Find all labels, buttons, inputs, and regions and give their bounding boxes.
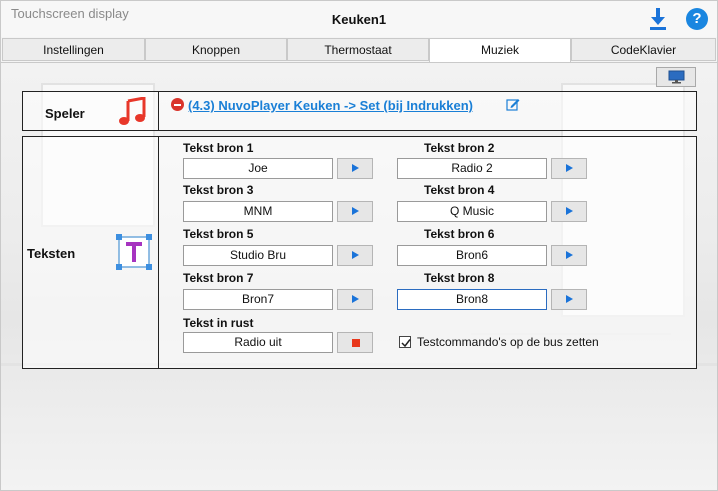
test-commands-label[interactable]: Testcommando's op de bus zetten <box>417 335 599 349</box>
source-8-input[interactable]: Bron8 <box>397 289 547 310</box>
tab-thermostaat[interactable]: Thermostaat <box>287 38 429 61</box>
source-1-input[interactable]: Joe <box>183 158 333 179</box>
text-tool-icon <box>116 234 152 270</box>
source-5-play-button[interactable] <box>337 245 373 266</box>
monitor-icon <box>668 70 685 84</box>
title-bar: Touchscreen display Keuken1 ? <box>1 1 717 37</box>
source-2-input[interactable]: Radio 2 <box>397 158 547 179</box>
speler-label: Speler <box>45 106 85 121</box>
teksten-label: Teksten <box>27 246 76 261</box>
tab-codeklavier[interactable]: CodeKlavier <box>571 38 716 61</box>
rest-stop-button[interactable] <box>337 332 373 353</box>
source-5-label: Tekst bron 5 <box>183 227 254 241</box>
source-6-input[interactable]: Bron6 <box>397 245 547 266</box>
source-8-play-button[interactable] <box>551 289 587 310</box>
rest-input[interactable]: Radio uit <box>183 332 333 353</box>
source-7-play-button[interactable] <box>337 289 373 310</box>
rest-label: Tekst in rust <box>183 316 254 330</box>
source-7-label: Tekst bron 7 <box>183 271 254 285</box>
edit-icon[interactable] <box>506 98 520 111</box>
source-8-label: Tekst bron 8 <box>424 271 495 285</box>
source-3-play-button[interactable] <box>337 201 373 222</box>
source-4-label: Tekst bron 4 <box>424 183 495 197</box>
panel-divider <box>158 137 159 368</box>
music-note-icon <box>119 97 146 125</box>
source-3-label: Tekst bron 3 <box>183 183 254 197</box>
test-commands-checkbox[interactable] <box>399 336 411 348</box>
source-4-play-button[interactable] <box>551 201 587 222</box>
source-6-label: Tekst bron 6 <box>424 227 495 241</box>
panel-divider <box>158 92 159 130</box>
tab-knoppen[interactable]: Knoppen <box>145 38 287 61</box>
source-4-input[interactable]: Q Music <box>397 201 547 222</box>
source-1-label: Tekst bron 1 <box>183 141 254 155</box>
source-5-input[interactable]: Studio Bru <box>183 245 333 266</box>
page-title: Keuken1 <box>331 12 387 27</box>
remove-icon[interactable] <box>171 98 184 111</box>
action-link[interactable]: (4.3) NuvoPlayer Keuken -> Set (bij Indr… <box>188 98 473 113</box>
tab-muziek[interactable]: Muziek <box>429 38 571 63</box>
source-2-label: Tekst bron 2 <box>424 141 495 155</box>
download-icon[interactable] <box>648 7 668 31</box>
tab-instellingen[interactable]: Instellingen <box>2 38 145 61</box>
source-1-play-button[interactable] <box>337 158 373 179</box>
tab-bar: Instellingen Knoppen Thermostaat Muziek … <box>1 38 717 63</box>
source-7-input[interactable]: Bron7 <box>183 289 333 310</box>
checkmark-icon <box>401 339 411 348</box>
app-window: Touchscreen display Keuken1 ? Instelling… <box>0 0 718 491</box>
source-2-play-button[interactable] <box>551 158 587 179</box>
help-icon[interactable]: ? <box>686 8 708 30</box>
source-3-input[interactable]: MNM <box>183 201 333 222</box>
source-6-play-button[interactable] <box>551 245 587 266</box>
monitor-button[interactable] <box>656 67 696 87</box>
